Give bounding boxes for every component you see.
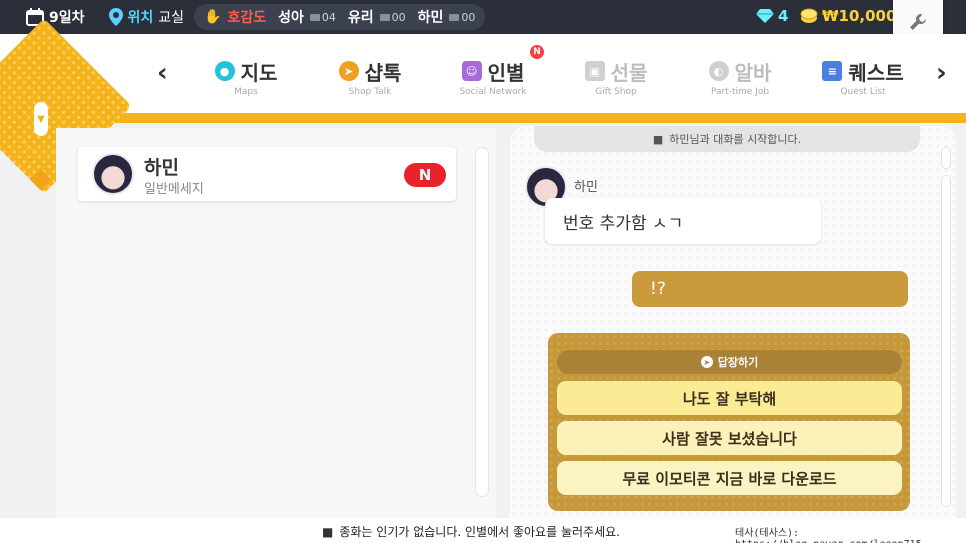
gem-count: 4: [778, 7, 789, 25]
map-pin-icon: [108, 8, 123, 26]
pin-icon: ▼: [34, 102, 48, 136]
card-icon: [309, 13, 320, 21]
tab-sublabel: Quest List: [840, 87, 886, 97]
reply-option[interactable]: 무료 이모티콘 지금 바로 다운로드: [557, 461, 902, 495]
tab-label: 알바: [734, 60, 772, 85]
tab-shop-talk[interactable]: ➤ 샵톡 Shop Talk: [310, 58, 430, 97]
send-icon: ➤: [700, 356, 713, 368]
location-value: 교실: [158, 10, 185, 26]
card-icon: [379, 13, 390, 21]
money-amount: ₩10,000: [822, 7, 897, 25]
affection-value: 04: [309, 11, 336, 24]
affection-value: 00: [379, 11, 406, 24]
location-indicator: 위치 교실: [108, 7, 185, 27]
social-icon: ☺: [461, 61, 482, 81]
nav-prev-button[interactable]: ‹: [157, 58, 168, 88]
reply-option[interactable]: 나도 잘 부탁해: [557, 381, 902, 415]
nav-next-button[interactable]: ›: [936, 58, 947, 88]
quest-icon: ≡: [822, 61, 843, 81]
tab-gift-shop[interactable]: ▣ 선물 Gift Shop: [556, 58, 676, 97]
system-message-text: 하민님과 대화를 시작합니다.: [669, 133, 802, 146]
card-icon: [449, 13, 460, 21]
contact-item[interactable]: 하민 일반메세지 N: [78, 147, 456, 201]
scrollbar-cap: [941, 147, 951, 169]
footer-message-text: 종화는 인기가 없습니다. 인별에서 좋아요를 눌러주세요.: [339, 525, 620, 539]
send-icon: ➤: [338, 61, 359, 81]
day-label: 9일차: [49, 10, 85, 26]
tab-sublabel: Maps: [234, 87, 258, 97]
tab-sublabel: Part-time Job: [710, 87, 770, 97]
avatar: [92, 153, 134, 195]
tab-sublabel: Shop Talk: [348, 87, 392, 97]
chat-bubble-icon: ■: [322, 524, 334, 539]
money-counter: ₩10,000: [800, 7, 896, 25]
system-message: ■ 하민님과 대화를 시작합니다.: [534, 126, 920, 152]
gift-icon: ▣: [584, 61, 605, 81]
tab-part-time-job[interactable]: ◐ 알바 Part-time Job: [680, 58, 800, 97]
incoming-message: 번호 추가함 ㅅㄱ: [545, 198, 821, 244]
contact-name: 하민: [144, 157, 179, 179]
tab-label: 지도: [240, 60, 278, 85]
diamond-icon: [756, 9, 774, 23]
tab-label: 퀘스트: [848, 60, 904, 85]
reply-title: 답장하기: [717, 356, 759, 369]
affection-value: 00: [449, 11, 475, 24]
tab-sublabel: Gift Shop: [595, 87, 637, 97]
affection-name: 성아: [278, 10, 304, 26]
coin-icon: [800, 8, 818, 23]
tab-social-network[interactable]: ☺ 인별 Social Network: [433, 58, 553, 98]
outgoing-message: !?: [632, 271, 908, 307]
status-bar: 9일차 위치 교실 ✋ 호감도 성아 04 유리 00 하민 00 4 ₩10,…: [0, 0, 966, 34]
contact-list-scrollbar[interactable]: [475, 147, 489, 497]
affection-panel: ✋ 호감도 성아 04 유리 00 하민 00: [194, 4, 486, 30]
tab-label: 선물: [610, 60, 648, 85]
affection-name: 유리: [347, 10, 374, 26]
gem-counter: 4: [756, 7, 788, 25]
reply-header: ➤ 답장하기: [557, 350, 902, 374]
location-label: 위치: [127, 10, 154, 26]
footer: ■ 종화는 인기가 없습니다. 인별에서 좋아요를 눌러주세요. 테사(테사스)…: [0, 518, 966, 543]
map-pin-icon: ●: [214, 61, 235, 81]
footer-message: ■ 종화는 인기가 없습니다. 인별에서 좋아요를 눌러주세요.: [322, 523, 620, 540]
footer-credit: 테사(테사스): https://blog.naver.com/leeon715: [735, 528, 922, 543]
affection-title: 호감도: [227, 10, 267, 26]
scrollbar-track: [941, 175, 951, 507]
tab-quest-list[interactable]: ≡ 퀘스트 Quest List: [803, 58, 923, 97]
tab-maps[interactable]: ● 지도 Maps: [186, 58, 306, 97]
chat-scrollbar[interactable]: [941, 147, 951, 507]
tab-label: 인별: [487, 60, 525, 85]
nav-stripe: [0, 113, 966, 123]
sender-name: 하민: [574, 180, 598, 195]
chat-bubble-icon: ■: [652, 132, 664, 146]
wrench-icon: [910, 14, 926, 30]
heart-hands-icon: ✋: [204, 9, 222, 25]
tab-label: 샵톡: [364, 60, 402, 85]
job-icon: ◐: [708, 61, 729, 81]
tab-sublabel: Social Network: [459, 87, 527, 97]
day-counter: 9일차: [26, 7, 85, 27]
notification-badge: N: [530, 45, 544, 59]
reply-option[interactable]: 사람 잘못 보셨습니다: [557, 421, 902, 455]
new-badge: N: [404, 163, 446, 187]
affection-name: 하민: [417, 10, 444, 26]
contact-subtitle: 일반메세지: [144, 182, 204, 197]
